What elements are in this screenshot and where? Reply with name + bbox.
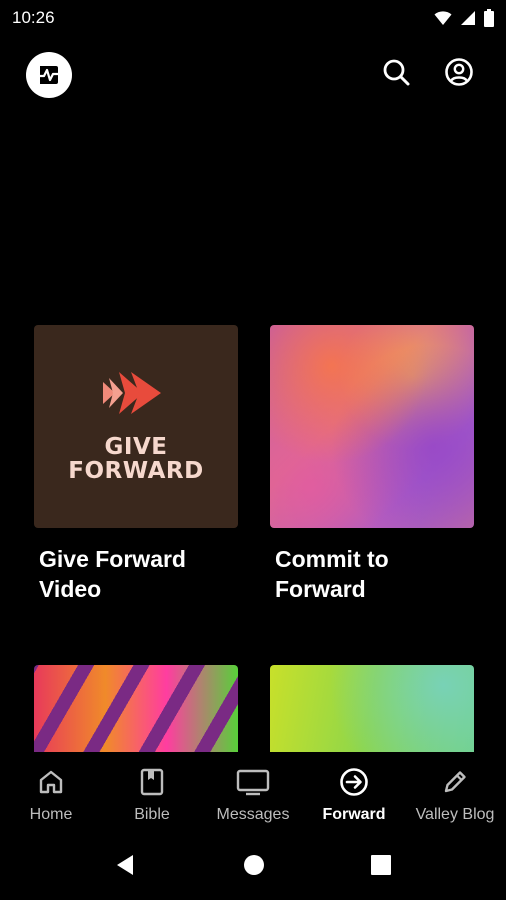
book-icon — [139, 766, 165, 798]
recents-icon — [370, 854, 392, 881]
search-button[interactable] — [378, 56, 414, 92]
status-icons — [434, 9, 494, 32]
home-icon — [37, 766, 65, 798]
home-circle-icon — [242, 853, 266, 882]
signal-icon — [460, 10, 476, 31]
nav-label-valley-blog: Valley Blog — [415, 806, 495, 823]
nav-label-messages: Messages — [216, 806, 290, 823]
account-button[interactable] — [441, 56, 477, 92]
home-system-button[interactable] — [239, 852, 269, 882]
status-time: 10:26 — [12, 8, 55, 27]
church-logo-icon[interactable] — [26, 52, 72, 98]
nav-label-forward: Forward — [322, 806, 386, 823]
recents-button[interactable] — [366, 852, 396, 882]
back-button[interactable] — [110, 852, 140, 882]
account-circle-icon — [444, 57, 474, 92]
nav-item-bible[interactable]: Bible — [102, 752, 202, 836]
bottom-navigation: Home Bible Messages Forward Valley Blog — [0, 752, 506, 836]
nav-label-bible: Bible — [134, 806, 170, 823]
card-thumbnail[interactable] — [270, 325, 474, 528]
nav-item-forward[interactable]: Forward — [304, 752, 404, 836]
system-navigation-bar — [0, 836, 506, 900]
card-title[interactable]: Give Forward Video — [34, 544, 234, 604]
pencil-icon — [441, 766, 469, 798]
arrow-circle-right-icon — [339, 766, 369, 798]
thumb-text-line2: FORWARD — [68, 458, 204, 484]
card-thumbnail[interactable]: GIVE FORWARD — [34, 325, 238, 528]
status-bar: 10:26 — [0, 0, 506, 36]
battery-icon — [484, 9, 494, 32]
nav-item-messages[interactable]: Messages — [203, 752, 303, 836]
give-forward-logo-icon — [101, 370, 171, 421]
search-icon — [381, 57, 411, 92]
nav-item-home[interactable]: Home — [1, 752, 101, 836]
nav-label-home: Home — [29, 806, 73, 823]
app-bar — [0, 44, 506, 104]
content-card[interactable]: Commit to Forward — [270, 325, 474, 604]
wifi-icon — [434, 10, 452, 31]
back-icon — [113, 853, 137, 882]
content-card[interactable]: GIVE FORWARD Give Forward Video — [34, 325, 238, 604]
tv-icon — [236, 766, 270, 798]
thumb-text-line1: GIVE — [104, 434, 168, 460]
card-title[interactable]: Commit to Forward — [270, 544, 470, 604]
nav-item-valley-blog[interactable]: Valley Blog — [405, 752, 505, 836]
